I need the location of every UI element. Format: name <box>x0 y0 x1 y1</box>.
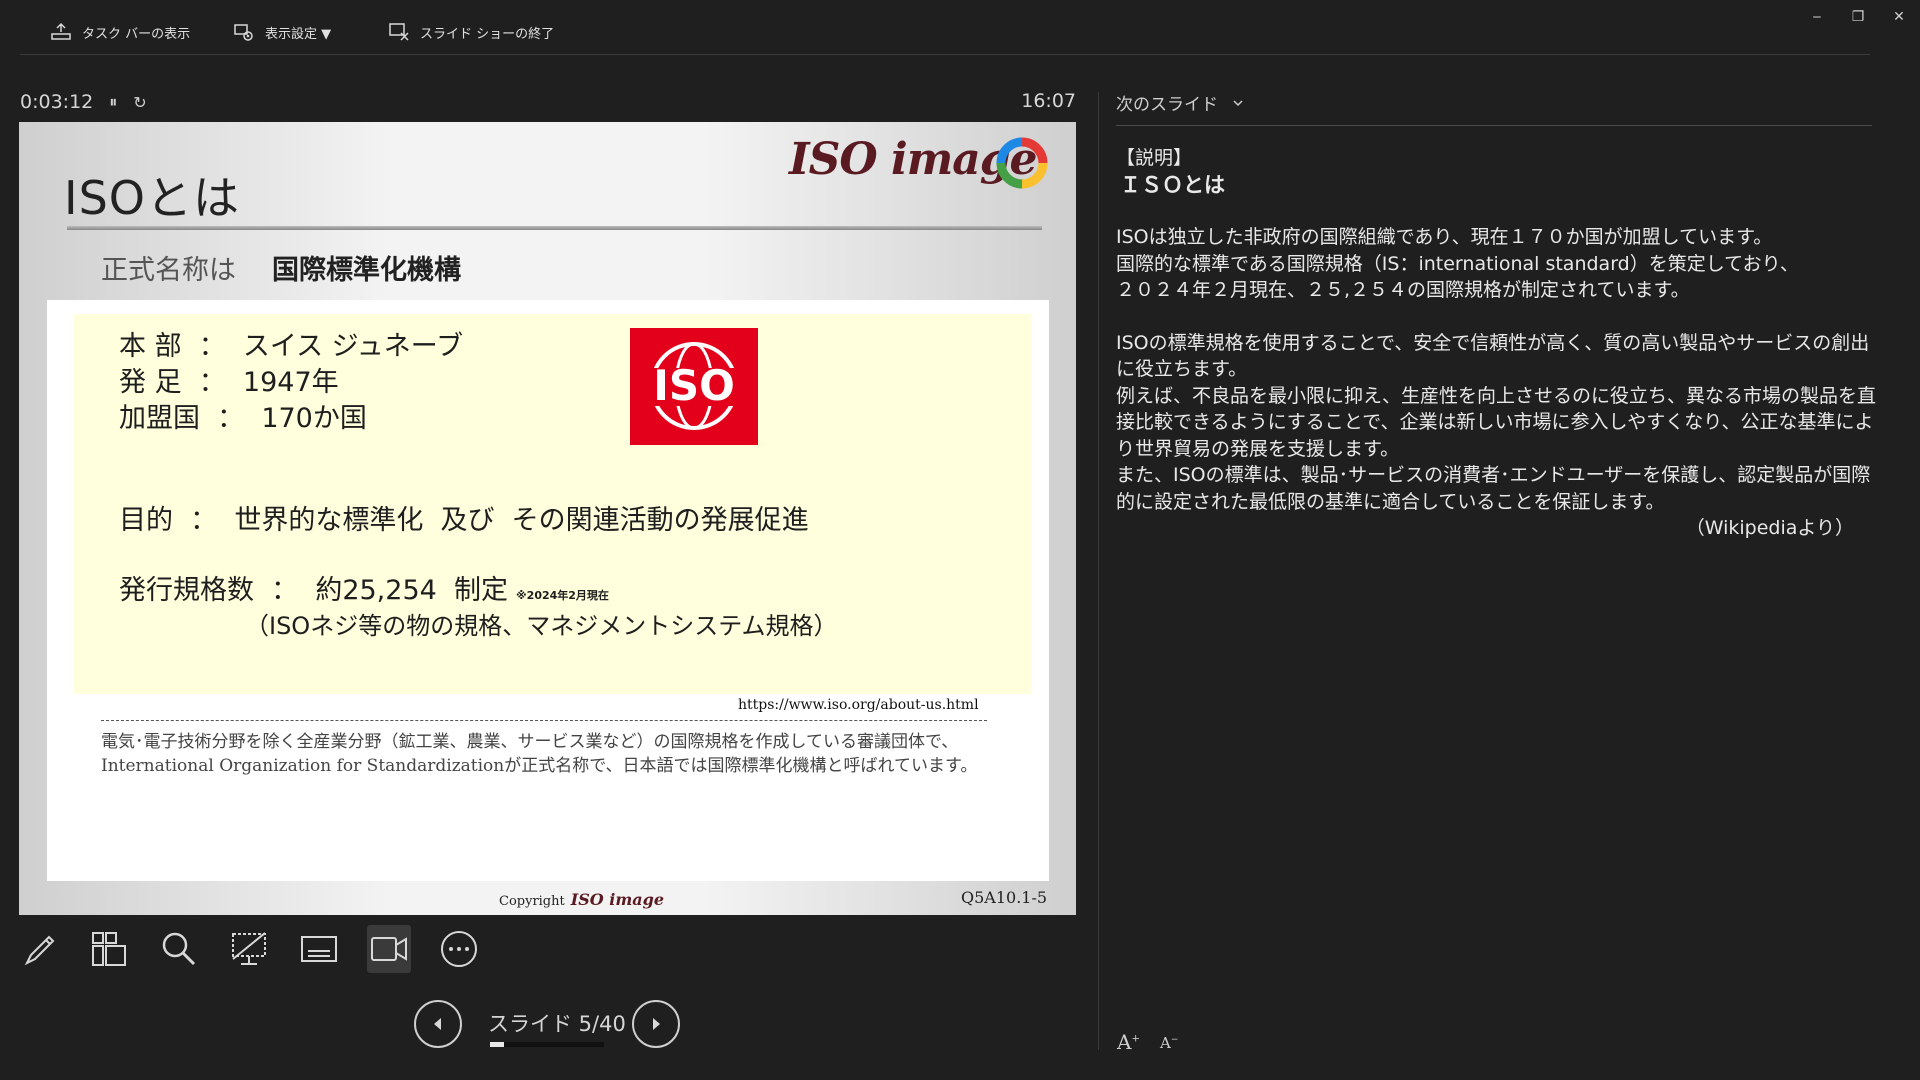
camera-toggle-button[interactable] <box>367 925 411 973</box>
notes-subheading: ＩＳＯとは <box>1120 172 1225 197</box>
title-underline <box>67 226 1042 230</box>
standards-scope-line: （ISOネジ等の物の規格、マネジメントシステム規格） <box>245 612 838 640</box>
decrease-font-icon: A <box>1160 1034 1171 1052</box>
increase-font-button[interactable]: A+ <box>1117 1030 1140 1054</box>
members-line: 加盟国 ： 170か国 <box>119 403 367 434</box>
display-settings-button[interactable]: 表示設定 ▼ <box>233 20 331 44</box>
minimize-icon: ‒ <box>1812 9 1822 25</box>
presenter-toolbar: タスク バーの表示 表示設定 ▼ スライド ショーの終了 ‒ ❐ ✕ <box>0 0 1920 62</box>
next-slide-dropdown[interactable]: 次のスライド <box>1116 90 1244 115</box>
notes-paragraph: ２０２４年２月現在、２５,２５４の国際規格が制定されています。 <box>1116 279 1690 301</box>
subtitles-button[interactable] <box>297 925 341 973</box>
restore-icon: ❐ <box>1851 9 1865 25</box>
slide-grid-icon <box>92 932 126 966</box>
previous-arrow-icon <box>434 1018 441 1030</box>
iso-logo-text: ISO <box>653 361 735 410</box>
slide-progress-bar <box>490 1042 604 1047</box>
video-camera-icon <box>371 937 407 961</box>
iso-logo: ISO <box>630 328 758 445</box>
notes-paragraph: 例えば、不良品を最小限に抑え、生産性を向上させるのに役立ち、異なる市場の製品を直… <box>1116 384 1877 460</box>
display-settings-label: 表示設定 ▼ <box>265 26 332 42</box>
pen-icon <box>24 935 55 966</box>
elapsed-timer: 0:03:12 ⏸ ↻ <box>20 90 147 114</box>
notes-paragraph: ISOは独立した非政府の国際組織であり、現在１７０か国が加盟しています。 <box>1116 226 1773 248</box>
speaker-notes[interactable]: 【説明】 ＩＳＯとは ISOは独立した非政府の国際組織であり、現在１７０か国が加… <box>1116 145 1876 542</box>
black-screen-button[interactable] <box>227 925 271 973</box>
notes-divider <box>1116 125 1872 126</box>
official-name-lead: 正式名称は <box>101 255 236 286</box>
slide-title: ISOとは <box>64 171 240 225</box>
zoom-button[interactable] <box>157 925 201 973</box>
standards-count-line: 発行規格数 ： 約25,254 制定 ※2024年2月現在 <box>119 568 609 607</box>
copyright-label: Copyright <box>499 894 565 909</box>
logo-ring-icon <box>996 137 1048 189</box>
panel-divider <box>1098 92 1099 1050</box>
show-taskbar-label: タスク バーの表示 <box>82 26 191 42</box>
more-options-icon <box>441 931 477 967</box>
copyright-footer: Copyright ISO image <box>499 890 664 909</box>
toolbar-divider <box>20 54 1870 55</box>
decrease-font-button[interactable]: A− <box>1160 1034 1178 1052</box>
notes-heading: 【説明】 <box>1116 147 1193 169</box>
pen-tool-button[interactable] <box>19 925 63 973</box>
source-url: https://www.iso.org/about-us.html <box>738 697 979 713</box>
official-name-value: 国際標準化機構 <box>272 255 461 286</box>
pause-timer-icon[interactable]: ⏸ <box>109 92 117 112</box>
show-taskbar-button[interactable]: タスク バーの表示 <box>50 20 190 44</box>
end-slideshow-icon <box>389 23 409 41</box>
display-settings-icon <box>234 24 253 41</box>
subtitles-icon <box>301 936 337 962</box>
copyright-logo: ISO image <box>570 890 665 909</box>
restore-button[interactable]: ❐ <box>1838 6 1878 28</box>
notes-paragraph: また、ISOの標準は、製品･サービスの消費者･エンドユーザーを保護し、認定製品が… <box>1116 464 1871 513</box>
official-name: 正式名称は 国際標準化機構 <box>101 248 461 287</box>
more-options-button[interactable] <box>437 925 481 973</box>
elapsed-time: 0:03:12 <box>20 91 94 113</box>
dashed-divider <box>101 720 987 721</box>
next-slide-button[interactable] <box>632 1000 680 1048</box>
taskbar-icon <box>51 22 71 40</box>
restart-timer-icon[interactable]: ↻ <box>133 93 146 112</box>
current-time: 16:07 <box>1021 90 1076 112</box>
close-button[interactable]: ✕ <box>1879 6 1919 28</box>
standards-date-note: ※2024年2月現在 <box>515 589 609 602</box>
screen-toggle-icon <box>232 932 266 965</box>
magnifier-icon <box>162 932 196 966</box>
headquarters-line: 本 部 ： スイス ジュネーブ <box>119 331 464 362</box>
slide-progress-fill <box>490 1042 505 1047</box>
standards-count: 発行規格数 ： 約25,254 制定 <box>119 575 508 606</box>
minimize-button[interactable]: ‒ <box>1797 6 1837 28</box>
slide-explanation: 電気･電子技術分野を除く全産業分野（鉱工業、農業、サービス業など）の国際規格を作… <box>101 732 978 776</box>
founded-line: 発 足 ： 1947年 <box>119 367 339 398</box>
current-slide[interactable]: ISOとは ISO image 正式名称は 国際標準化機構 本 部 ： スイス ジ… <box>19 122 1076 915</box>
notes-paragraph: ISOの標準規格を使用することで、安全で信頼性が高く、質の高い製品やサービスの創… <box>1116 331 1870 381</box>
notes-source: （Wikipediaより） <box>1685 517 1854 539</box>
previous-slide-button[interactable] <box>414 1000 462 1048</box>
see-all-slides-button[interactable] <box>87 925 131 973</box>
end-slideshow-label: スライド ショーの終了 <box>420 26 555 42</box>
end-slideshow-button[interactable]: スライド ショーの終了 <box>388 20 554 44</box>
notes-paragraph: 国際的な標準である国際規格（IS：international standard）… <box>1116 252 1799 275</box>
slide-counter[interactable]: スライド 5/40 <box>488 1008 626 1038</box>
slide-code: Q5A10.1-5 <box>961 888 1048 907</box>
purpose-line: 目的 ： 世界的な標準化 及び その関連活動の発展促進 <box>119 505 809 536</box>
next-slide-label: 次のスライド <box>1116 95 1218 115</box>
chevron-down-icon <box>1233 99 1243 106</box>
next-arrow-icon <box>653 1018 660 1030</box>
close-icon: ✕ <box>1893 9 1905 25</box>
increase-font-icon: A <box>1117 1030 1132 1054</box>
